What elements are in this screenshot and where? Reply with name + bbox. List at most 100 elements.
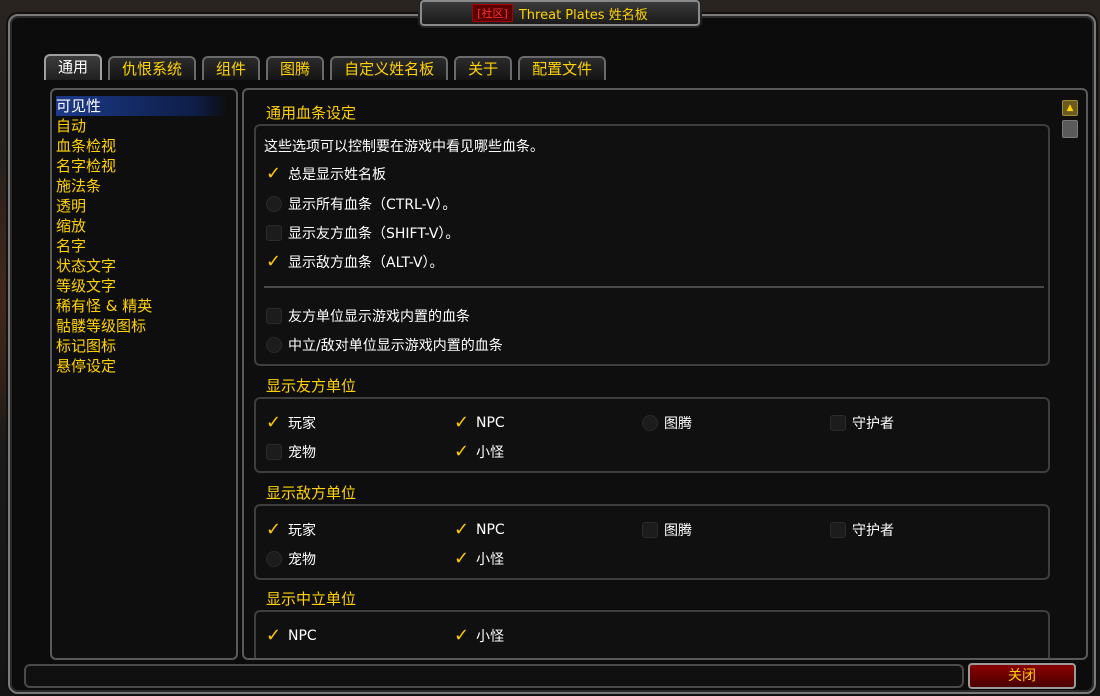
section-box-general: 这些选项可以控制要在游戏中看见哪些血条。 总是显示姓名板 显示所有血条（CTRL… (254, 124, 1050, 366)
checkmark-icon (266, 519, 282, 540)
option-label: NPC (476, 415, 505, 431)
sidebar-item-hover[interactable]: 悬停设定 (56, 356, 228, 376)
sidebar-item-level-text[interactable]: 等级文字 (56, 276, 228, 296)
section-title-friendly: 显示友方单位 (266, 377, 357, 395)
tab-general[interactable]: 通用 (44, 54, 103, 80)
tab-about[interactable]: 关于 (454, 56, 513, 80)
category-list: 可见性 自动 血条检视 名字检视 施法条 透明 缩放 名字 状态文字 等级文字 … (50, 88, 238, 660)
title-tag: [社区] (472, 4, 513, 22)
friendly-npc[interactable]: NPC (454, 412, 505, 433)
option-always-show-nameplates[interactable]: 总是显示姓名板 (266, 163, 386, 184)
neutral-minions[interactable]: 小怪 (454, 625, 504, 646)
checkmark-icon (266, 163, 282, 184)
section-title-neutral: 显示中立单位 (266, 590, 357, 608)
empty-checkbox-icon (642, 415, 658, 431)
section-box-enemy: 玩家 NPC 图腾 守护者 宠物 小怪 (254, 504, 1050, 580)
sidebar-item-name[interactable]: 名字 (56, 236, 228, 256)
sidebar-item-castbar[interactable]: 施法条 (56, 176, 228, 196)
tab-widgets[interactable]: 组件 (202, 56, 261, 80)
sidebar-item-raid-marks[interactable]: 标记图标 (56, 336, 228, 356)
option-label: 玩家 (288, 523, 316, 539)
sidebar-item-automation[interactable]: 自动 (56, 116, 228, 136)
option-label: 守护者 (852, 523, 894, 539)
option-friendly-blizzard-bars[interactable]: 友方单位显示游戏内置的血条 (266, 306, 470, 326)
option-label: 小怪 (476, 552, 504, 568)
status-bar (24, 664, 964, 688)
option-show-all-bars[interactable]: 显示所有血条（CTRL-V）。 (266, 194, 456, 214)
empty-checkbox-icon (266, 308, 282, 324)
checkmark-icon (454, 412, 470, 433)
enemy-guardians[interactable]: 守护者 (830, 520, 894, 540)
sidebar-item-visibility[interactable]: 可见性 (56, 96, 228, 116)
option-label: 小怪 (476, 629, 504, 645)
option-label: NPC (288, 628, 317, 644)
tab-custom-nameplates[interactable]: 自定义姓名板 (330, 56, 449, 80)
tab-bar: 通用 仇恨系统 组件 图腾 自定义姓名板 关于 配置文件 (44, 54, 607, 80)
empty-checkbox-icon (642, 522, 658, 538)
window-title: [社区] Threat Plates 姓名板 (420, 0, 700, 26)
empty-checkbox-icon (266, 444, 282, 460)
empty-checkbox-icon (266, 196, 282, 212)
friendly-minions[interactable]: 小怪 (454, 441, 504, 462)
enemy-pets[interactable]: 宠物 (266, 549, 316, 569)
option-label: 小怪 (476, 445, 504, 461)
friendly-guardians[interactable]: 守护者 (830, 413, 894, 433)
checkmark-icon (454, 441, 470, 462)
friendly-pets[interactable]: 宠物 (266, 442, 316, 462)
sidebar-item-rare-elite[interactable]: 稀有怪 & 精英 (56, 296, 228, 316)
section-description: 这些选项可以控制要在游戏中看见哪些血条。 (264, 139, 544, 155)
empty-checkbox-icon (266, 337, 282, 353)
checkmark-icon (266, 412, 282, 433)
option-hostile-blizzard-bars[interactable]: 中立/敌对单位显示游戏内置的血条 (266, 335, 503, 355)
option-label: 显示友方血条（SHIFT-V）。 (288, 226, 460, 242)
option-label: 中立/敌对单位显示游戏内置的血条 (288, 338, 503, 354)
empty-checkbox-icon (266, 551, 282, 567)
option-label: 总是显示姓名板 (288, 167, 386, 183)
empty-checkbox-icon (266, 225, 282, 241)
option-label: 宠物 (288, 445, 316, 461)
option-show-enemy-bars[interactable]: 显示敌方血条（ALT-V）。 (266, 251, 444, 272)
section-title-enemy: 显示敌方单位 (266, 484, 357, 502)
sidebar-item-name-view[interactable]: 名字检视 (56, 156, 228, 176)
enemy-players[interactable]: 玩家 (266, 519, 316, 540)
option-label: 宠物 (288, 552, 316, 568)
option-label: 守护者 (852, 416, 894, 432)
enemy-minions[interactable]: 小怪 (454, 548, 504, 569)
checkmark-icon (266, 625, 282, 646)
option-label: NPC (476, 522, 505, 538)
empty-checkbox-icon (830, 522, 846, 538)
sidebar-item-healthbar-view[interactable]: 血条检视 (56, 136, 228, 156)
scroll-up-arrow-icon[interactable]: ▲ (1062, 100, 1078, 116)
scrollbar-thumb[interactable] (1062, 120, 1078, 138)
tab-profiles[interactable]: 配置文件 (518, 56, 607, 80)
friendly-totems[interactable]: 图腾 (642, 413, 692, 433)
checkmark-icon (454, 548, 470, 569)
friendly-players[interactable]: 玩家 (266, 412, 316, 433)
tab-totems[interactable]: 图腾 (266, 56, 325, 80)
option-label: 图腾 (664, 523, 692, 539)
divider (264, 286, 1044, 288)
option-label: 图腾 (664, 416, 692, 432)
enemy-totems[interactable]: 图腾 (642, 520, 692, 540)
sidebar-item-skull-icon[interactable]: 骷髅等级图标 (56, 316, 228, 336)
checkmark-icon (266, 251, 282, 272)
empty-checkbox-icon (830, 415, 846, 431)
options-window: 通用 仇恨系统 组件 图腾 自定义姓名板 关于 配置文件 可见性 自动 血条检视… (8, 14, 1096, 694)
option-label: 友方单位显示游戏内置的血条 (288, 309, 470, 325)
sidebar-item-scale[interactable]: 缩放 (56, 216, 228, 236)
option-show-friendly-bars[interactable]: 显示友方血条（SHIFT-V）。 (266, 223, 459, 243)
checkmark-icon (454, 519, 470, 540)
option-label: 显示敌方血条（ALT-V）。 (288, 255, 444, 271)
settings-panel: ▲ 通用血条设定 这些选项可以控制要在游戏中看见哪些血条。 总是显示姓名板 显示… (242, 88, 1088, 660)
option-label: 玩家 (288, 416, 316, 432)
enemy-npc[interactable]: NPC (454, 519, 505, 540)
section-title-general: 通用血条设定 (266, 104, 357, 122)
section-box-friendly: 玩家 NPC 图腾 守护者 宠物 小怪 (254, 397, 1050, 473)
neutral-npc[interactable]: NPC (266, 625, 317, 646)
tab-threat-system[interactable]: 仇恨系统 (108, 56, 197, 80)
sidebar-item-status-text[interactable]: 状态文字 (56, 256, 228, 276)
title-text: Threat Plates 姓名板 (518, 7, 648, 23)
section-box-neutral: NPC 小怪 (254, 610, 1050, 658)
close-button[interactable]: 关闭 (968, 663, 1076, 689)
sidebar-item-transparency[interactable]: 透明 (56, 196, 228, 216)
